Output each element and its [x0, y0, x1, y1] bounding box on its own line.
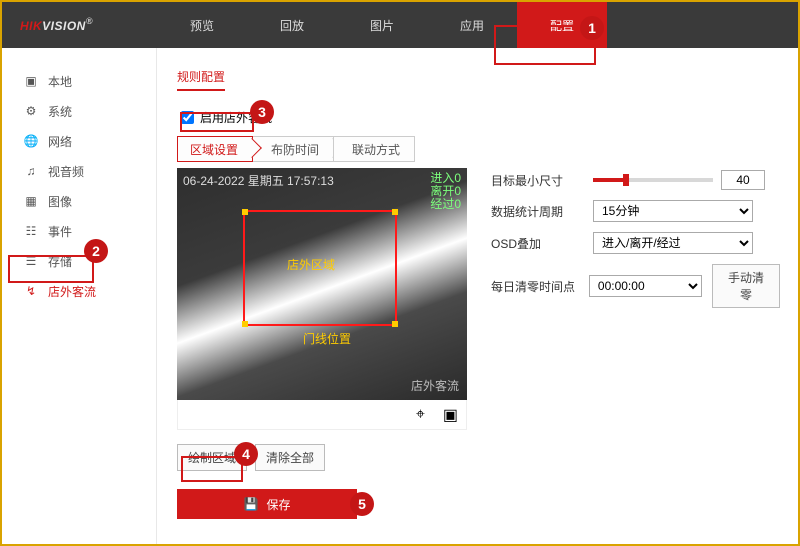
min-size-slider[interactable] — [593, 178, 713, 182]
enable-checkbox[interactable] — [181, 111, 194, 124]
reset-time-select[interactable]: 00:00:00 — [589, 275, 702, 297]
save-button[interactable]: 💾 保存 — [177, 489, 357, 519]
calendar-icon: ☷ — [24, 224, 38, 238]
osd-select[interactable]: 进入/离开/经过 — [593, 232, 753, 254]
enable-label: 启用店外客流 — [200, 109, 272, 126]
image-icon: ▦ — [24, 194, 38, 208]
sidebar: ▣本地 ⚙系统 🌐网络 ♫视音频 ▦图像 ☷事件 ☰存储 ↯店外客流 — [2, 48, 157, 544]
min-size-label: 目标最小尺寸 — [491, 172, 583, 189]
av-icon: ♫ — [24, 164, 38, 178]
gear-icon: ⚙ — [24, 104, 38, 118]
manual-reset-button[interactable]: 手动清零 — [712, 264, 780, 308]
sidebar-item-event[interactable]: ☷事件 — [2, 216, 156, 246]
video-preview[interactable]: 06-24-2022 星期五 17:57:13 进入0 离开0 经过0 店外区域… — [177, 168, 467, 400]
video-timestamp: 06-24-2022 星期五 17:57:13 — [183, 172, 334, 189]
nav-application[interactable]: 应用 — [427, 2, 517, 48]
video-watermark: 店外客流 — [411, 377, 459, 394]
roi-label: 店外区域 — [287, 256, 335, 273]
globe-icon: 🌐 — [24, 134, 38, 148]
reset-label: 每日清零时间点 — [491, 278, 579, 295]
nav-picture[interactable]: 图片 — [337, 2, 427, 48]
nav-config[interactable]: 配置 — [517, 2, 607, 48]
nav-playback[interactable]: 回放 — [247, 2, 337, 48]
clear-all-button[interactable]: 清除全部 — [255, 444, 325, 471]
storage-icon: ☰ — [24, 254, 38, 268]
subtab-linkage[interactable]: 联动方式 — [333, 136, 415, 162]
top-nav: 预览 回放 图片 应用 配置 — [157, 2, 607, 48]
brand-logo: HIKVISION® — [2, 16, 157, 34]
sidebar-item-network[interactable]: 🌐网络 — [2, 126, 156, 156]
osd-label: OSD叠加 — [491, 235, 583, 252]
period-select[interactable]: 15分钟 — [593, 200, 753, 222]
sidebar-item-image[interactable]: ▦图像 — [2, 186, 156, 216]
nav-preview[interactable]: 预览 — [157, 2, 247, 48]
draw-area-button[interactable]: 绘制区域 — [177, 444, 247, 471]
section-title: 规则配置 — [177, 68, 225, 91]
route-icon: ↯ — [24, 284, 38, 298]
ptz-icon[interactable]: ⌖ — [416, 406, 425, 424]
monitor-icon: ▣ — [24, 74, 38, 88]
sidebar-item-system[interactable]: ⚙系统 — [2, 96, 156, 126]
sidebar-item-av[interactable]: ♫视音频 — [2, 156, 156, 186]
sub-tabs: 区域设置 布防时间 联动方式 — [177, 136, 780, 162]
save-icon: 💾 — [244, 497, 259, 511]
subtab-area[interactable]: 区域设置 — [177, 136, 253, 162]
period-label: 数据统计周期 — [491, 203, 583, 220]
sidebar-item-outdoor-flow[interactable]: ↯店外客流 — [2, 276, 156, 306]
snapshot-icon[interactable]: ▣ — [443, 405, 458, 425]
min-size-input[interactable] — [721, 170, 765, 190]
sidebar-item-storage[interactable]: ☰存储 — [2, 246, 156, 276]
sidebar-item-local[interactable]: ▣本地 — [2, 66, 156, 96]
video-overlay-counts: 进入0 离开0 经过0 — [430, 172, 461, 211]
subtab-arming[interactable]: 布防时间 — [252, 136, 334, 162]
gate-label: 门线位置 — [303, 330, 351, 347]
